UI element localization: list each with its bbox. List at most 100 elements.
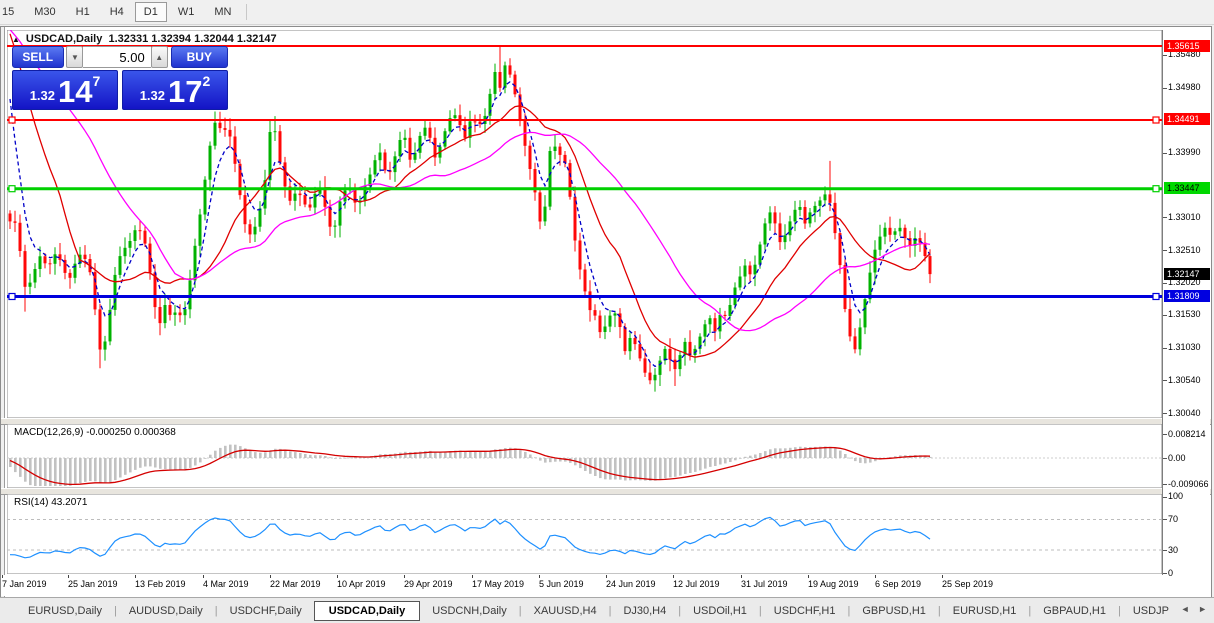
date-tick-mark (942, 575, 943, 578)
line-handle[interactable] (1153, 294, 1159, 300)
timeframe-button-h1[interactable]: H1 (67, 2, 99, 22)
date-tick-label: 29 Apr 2019 (404, 579, 453, 589)
chart-tab-gbpusd-h1[interactable]: GBPUSD,H1 (850, 602, 938, 620)
rsi-tick-mark (1163, 573, 1167, 574)
date-tick-label: 7 Jan 2019 (2, 579, 47, 589)
sell-price-prefix: 1.32 (30, 88, 55, 103)
chart-tab-eurusd-daily[interactable]: EURUSD,Daily (16, 602, 114, 620)
line-handle[interactable] (1153, 186, 1159, 192)
one-click-trade-panel: SELL ▼ 5.00 ▲ BUY 1.32 14 7 1.32 17 2 (12, 46, 228, 110)
date-tick-mark (539, 575, 540, 578)
timeframe-button-h4[interactable]: H4 (101, 2, 133, 22)
price-badge: 1.32147 (1164, 268, 1210, 280)
price-tick-label: 1.30040 (1168, 408, 1201, 418)
date-tick-mark (808, 575, 809, 578)
sell-price-sup: 7 (93, 73, 101, 89)
rsi-tick-label: 30 (1168, 545, 1178, 555)
date-tick-label: 24 Jun 2019 (606, 579, 656, 589)
volume-input[interactable]: 5.00 (83, 46, 150, 68)
macd-tick-mark (1163, 484, 1167, 485)
date-tick-label: 12 Jul 2019 (673, 579, 720, 589)
rsi-tick-mark (1163, 497, 1167, 498)
price-tick-mark (1163, 283, 1167, 284)
price-tick-mark (1163, 217, 1167, 218)
timeframe-button-mn[interactable]: MN (205, 2, 240, 22)
chart-tab-audusd-daily[interactable]: AUDUSD,Daily (117, 602, 215, 620)
date-tick-label: 10 Apr 2019 (337, 579, 386, 589)
timeframe-button-w1[interactable]: W1 (169, 2, 204, 22)
date-tick-label: 4 Mar 2019 (203, 579, 249, 589)
price-tick-label: 1.31030 (1168, 342, 1201, 352)
date-tick-mark (404, 575, 405, 578)
axis-separator (1162, 30, 1163, 575)
chart-tab-gbpaud-h1[interactable]: GBPAUD,H1 (1031, 602, 1118, 620)
macd-label: MACD(12,26,9) -0.000250 0.000368 (14, 427, 176, 438)
trading-terminal: 15M30H1H4D1W1MN ▲ USDCAD,Daily 1.32331 1.… (0, 0, 1214, 623)
sell-price-box[interactable]: 1.32 14 7 (12, 70, 118, 110)
price-badge: 1.31809 (1164, 290, 1210, 302)
rsi-tick-mark (1163, 519, 1167, 520)
line-handle[interactable] (1153, 117, 1159, 123)
price-tick-label: 1.32510 (1168, 245, 1201, 255)
rsi-tick-label: 100 (1168, 491, 1183, 501)
toolbar-separator (246, 4, 247, 20)
chart-header: ▲ USDCAD,Daily 1.32331 1.32394 1.32044 1.… (12, 33, 277, 45)
price-tick-mark (1163, 55, 1167, 56)
chart-tab-eurusd-h1[interactable]: EURUSD,H1 (941, 602, 1029, 620)
sell-price-big: 14 (58, 78, 92, 106)
date-tick-mark (2, 575, 3, 578)
volume-decrease-button[interactable]: ▼ (66, 46, 83, 68)
date-tick-label: 25 Jan 2019 (68, 579, 118, 589)
chart-ohlc-values: 1.32331 1.32394 1.32044 1.32147 (108, 33, 276, 45)
rsi-indicator-plot[interactable] (7, 494, 1162, 574)
date-tick-label: 5 Jun 2019 (539, 579, 584, 589)
rsi-tick-label: 0 (1168, 568, 1173, 578)
chart-tab-usdjp[interactable]: USDJP (1121, 602, 1181, 620)
price-badge: 1.34491 (1164, 113, 1210, 125)
date-tick-mark (203, 575, 204, 578)
chart-tab-xauusd-h4[interactable]: XAUUSD,H4 (522, 602, 609, 620)
price-tick-mark (1163, 413, 1167, 414)
date-tick-label: 22 Mar 2019 (270, 579, 321, 589)
chart-tab-usdcnh-daily[interactable]: USDCNH,Daily (420, 602, 519, 620)
chart-tab-usdchf-daily[interactable]: USDCHF,Daily (218, 602, 314, 620)
date-tick-label: 6 Sep 2019 (875, 579, 921, 589)
price-tick-label: 1.33990 (1168, 147, 1201, 157)
macd-tick-mark (1163, 458, 1167, 459)
line-handle[interactable] (9, 186, 15, 192)
buy-button[interactable]: BUY (171, 46, 228, 68)
price-tick-mark (1163, 380, 1167, 381)
date-tick-mark (472, 575, 473, 578)
timeframe-button-15[interactable]: 15 (0, 2, 23, 22)
price-tick-mark (1163, 153, 1167, 154)
chart-tab-usdcad-daily[interactable]: USDCAD,Daily (314, 601, 420, 621)
timeframe-button-m30[interactable]: M30 (25, 2, 64, 22)
buy-price-box[interactable]: 1.32 17 2 (122, 70, 228, 110)
chart-symbol-label: USDCAD,Daily (26, 33, 102, 45)
sell-button[interactable]: SELL (12, 46, 64, 68)
timeframe-button-d1[interactable]: D1 (135, 2, 167, 22)
chart-tab-usdoil-h1[interactable]: USDOil,H1 (681, 602, 759, 620)
price-tick-label: 1.33010 (1168, 212, 1201, 222)
macd-indicator-plot[interactable] (7, 424, 1162, 488)
line-handle[interactable] (9, 294, 15, 300)
tab-scroll-arrows-icon[interactable]: ◄ ► (1181, 604, 1210, 614)
date-tick-label: 31 Jul 2019 (741, 579, 788, 589)
price-badge: 1.35615 (1164, 40, 1210, 52)
price-badge: 1.33447 (1164, 182, 1210, 194)
chart-tab-usdchf-h1[interactable]: USDCHF,H1 (762, 602, 848, 620)
date-tick-label: 19 Aug 2019 (808, 579, 859, 589)
line-handle[interactable] (9, 117, 15, 123)
macd-tick-label: 0.008214 (1168, 429, 1206, 439)
macd-tick-mark (1163, 434, 1167, 435)
macd-tick-label: 0.00 (1168, 453, 1186, 463)
rsi-label: RSI(14) 43.2071 (14, 497, 87, 508)
collapse-triangle-icon[interactable]: ▲ (12, 35, 20, 44)
chart-tab-dj30-h4[interactable]: DJ30,H4 (611, 602, 678, 620)
date-tick-label: 13 Feb 2019 (135, 579, 186, 589)
buy-price-prefix: 1.32 (140, 88, 165, 103)
volume-increase-button[interactable]: ▲ (151, 46, 168, 68)
date-tick-mark (270, 575, 271, 578)
rsi-tick-mark (1163, 550, 1167, 551)
price-tick-label: 1.30540 (1168, 375, 1201, 385)
